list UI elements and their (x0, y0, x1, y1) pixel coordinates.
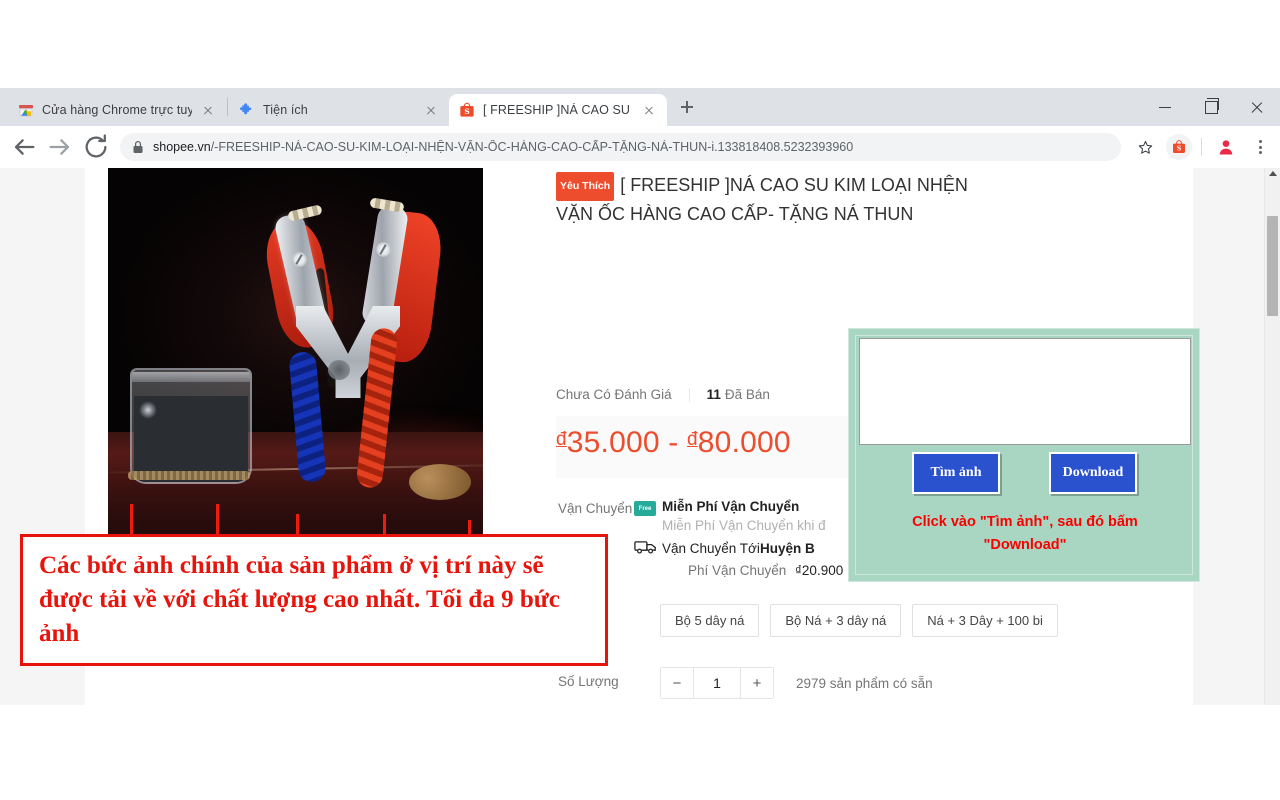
quantity-increment-button[interactable]: + (741, 668, 773, 698)
variant-option[interactable]: Bộ Ná + 3 dây ná (770, 604, 902, 637)
delivery-truck-icon (634, 539, 658, 554)
page-viewport: 0903090753 Hãy nhắn tin cho shop để được… (0, 168, 1280, 705)
ship-to-value[interactable]: Huyện B (760, 541, 815, 556)
address-bar[interactable]: shopee.vn/-FREESHIP-NÁ-CAO-SU-KIM-LOẠI-N… (120, 133, 1121, 161)
minimize-button[interactable] (1142, 90, 1188, 124)
product-gallery (108, 168, 484, 550)
close-button[interactable] (1234, 90, 1280, 124)
tab-shopee-product[interactable]: S [ FREESHIP ]NÁ CAO SU KIM LOA (449, 94, 667, 126)
sold-label: Đã Bán (724, 387, 770, 402)
product-title-text: [ FREESHIP ]NÁ CAO SU KIM LOẠI NHỆN VẶN … (556, 175, 968, 224)
find-images-button[interactable]: Tìm ảnh (912, 452, 1000, 494)
new-tab-button[interactable] (673, 93, 701, 121)
quantity-label: Số Lượng (558, 674, 619, 689)
forward-arrow-icon[interactable] (44, 131, 76, 163)
page-scrollbar[interactable] (1264, 168, 1280, 705)
product-meta: Chưa Có Đánh Giá 11 Đã Bán (556, 387, 770, 402)
shopee-extension-icon[interactable]: S (1166, 134, 1192, 160)
chrome-webstore-icon (18, 102, 34, 118)
quantity-input[interactable]: 1 (693, 668, 741, 698)
status-badge: Yêu Thích (556, 172, 615, 201)
tab-extensions[interactable]: Tiện ích (229, 94, 449, 126)
download-button[interactable]: Download (1049, 452, 1137, 494)
product-price: đ35.000 - đ80.000 (556, 426, 791, 459)
price-max: 80.000 (697, 426, 791, 459)
profile-avatar-icon[interactable] (1210, 131, 1242, 163)
url-text: shopee.vn/-FREESHIP-NÁ-CAO-SU-KIM-LOẠI-N… (153, 140, 853, 154)
scroll-up-arrow-icon[interactable] (1268, 171, 1277, 176)
free-shipping-truck-icon: Free (634, 501, 656, 516)
svg-text:S: S (1177, 146, 1181, 153)
toolbar-actions: S (1127, 131, 1274, 163)
kebab-menu-icon[interactable] (1246, 133, 1274, 161)
url-host: shopee.vn (153, 140, 211, 154)
tab-strip: Cửa hàng Chrome trực tuyến - d Tiện ích (0, 88, 1280, 126)
tab-title: Tiện ích (263, 103, 308, 117)
tab-close-icon[interactable] (423, 102, 439, 118)
meta-divider (688, 387, 690, 402)
variant-options: Bộ 5 dây ná Bộ Ná + 3 dây ná Ná + 3 Dây … (660, 604, 1058, 637)
page-title: Yêu Thích[ FREESHIP ]NÁ CAO SU KIM LOẠI … (556, 172, 986, 227)
screen: Cửa hàng Chrome trực tuyến - d Tiện ích (0, 0, 1280, 800)
extension-hint-text: Click vào "Tìm ảnh", sau đó bấm "Downloa… (857, 511, 1193, 557)
puzzle-piece-icon (239, 102, 255, 118)
quantity-decrement-button[interactable]: − (661, 668, 693, 698)
svg-text:S: S (464, 107, 469, 116)
star-icon[interactable] (1129, 131, 1161, 163)
free-shipping-subtitle: Miễn Phí Vận Chuyển khi đ (662, 518, 826, 533)
url-path: /-FREESHIP-NÁ-CAO-SU-KIM-LOẠI-NHỆN-VẶN-Ố… (210, 140, 854, 154)
shipping-fee-value: ₫20.900 (795, 563, 844, 578)
shipping-label: Vận Chuyển (558, 501, 633, 516)
browser-window: Cửa hàng Chrome trực tuyến - d Tiện ích (0, 88, 1280, 705)
free-badge-text: Free (638, 505, 652, 512)
hint-line-2: "Download" (983, 537, 1067, 553)
stock-available-text: 2979 sản phẩm có sẵn (796, 675, 933, 691)
hint-line-1: Click vào "Tìm ảnh", sau đó bấm (912, 514, 1138, 530)
currency-symbol: đ (556, 429, 567, 450)
price-min: 35.000 (566, 426, 660, 459)
tab-divider (227, 98, 228, 116)
quantity-stepper: − 1 + 2979 sản phẩm có sẵn (660, 667, 933, 699)
window-controls (1142, 88, 1280, 126)
annotation-callout: Các bức ảnh chính của sản phẩm ở vị trí … (20, 534, 608, 666)
lock-icon (132, 140, 144, 154)
tab-title: Cửa hàng Chrome trực tuyến - d (42, 103, 192, 117)
browser-toolbar: shopee.vn/-FREESHIP-NÁ-CAO-SU-KIM-LOẠI-N… (0, 126, 1280, 168)
extension-popup-panel: Tìm ảnh Download Click vào "Tìm ảnh", sa… (848, 328, 1200, 582)
image-url-textarea[interactable] (859, 338, 1191, 445)
variant-option[interactable]: Bộ 5 dây ná (660, 604, 760, 637)
reload-icon[interactable] (80, 131, 112, 163)
free-shipping-title: Miễn Phí Vận Chuyển (662, 499, 800, 514)
variant-option[interactable]: Ná + 3 Dây + 100 bi (912, 604, 1058, 637)
back-arrow-icon[interactable] (8, 131, 40, 163)
tab-close-icon[interactable] (200, 102, 216, 118)
tab-close-icon[interactable] (641, 102, 657, 118)
jar-of-steel-balls-graphic (130, 368, 252, 484)
tab-chrome-webstore[interactable]: Cửa hàng Chrome trực tuyến - d (8, 94, 226, 126)
shopee-icon: S (459, 102, 475, 118)
ship-to-label: Vận Chuyển Tới (662, 541, 760, 556)
sold-count: 11 (706, 387, 721, 402)
maximize-button[interactable] (1188, 90, 1234, 124)
scrollbar-thumb[interactable] (1267, 216, 1278, 316)
currency-symbol: đ (687, 429, 698, 450)
rating-text: Chưa Có Đánh Giá (556, 387, 672, 402)
toolbar-divider (1201, 138, 1202, 156)
shipping-fee-label: Phí Vận Chuyển (688, 563, 787, 578)
tab-title: [ FREESHIP ]NÁ CAO SU KIM LOA (483, 103, 633, 117)
product-main-image[interactable] (108, 168, 483, 550)
